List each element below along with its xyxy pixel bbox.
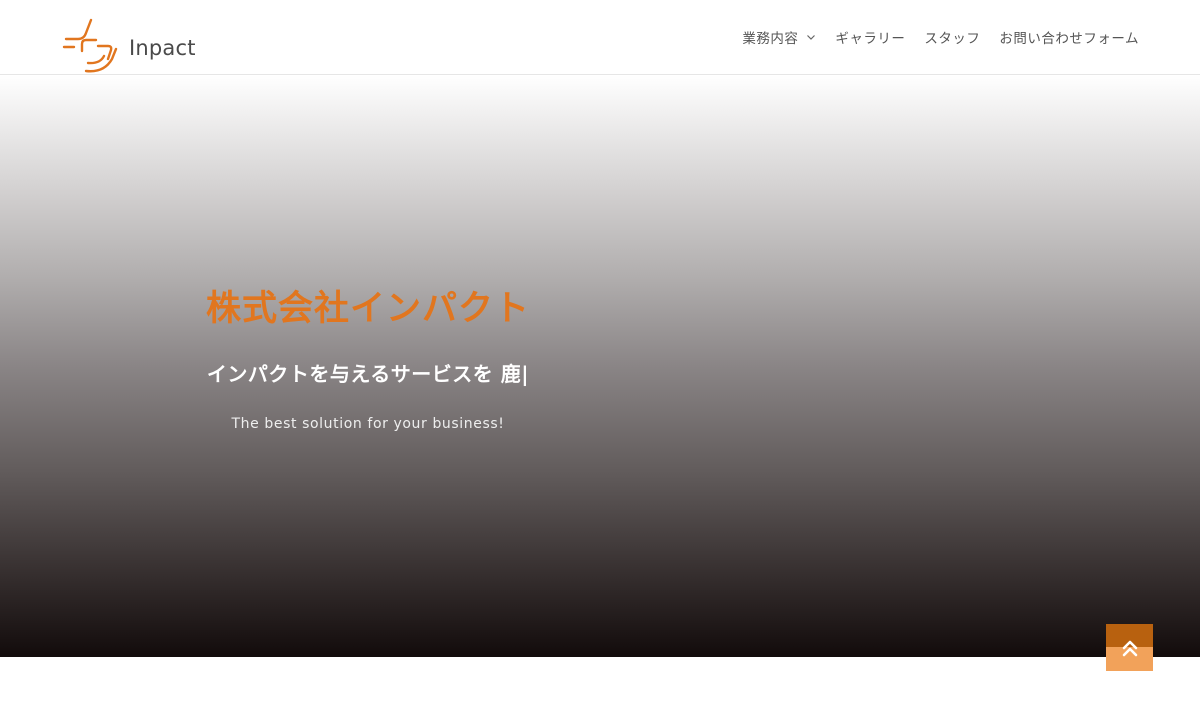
logo-text: Inpact <box>129 36 196 60</box>
hero-subtitle: インパクトを与えるサービスを 鹿| <box>206 362 530 386</box>
nav-item-label: お問い合わせフォーム <box>999 31 1139 47</box>
nav-item-label: スタッフ <box>924 31 981 47</box>
hero-tagline: The best solution for your business! <box>231 416 505 432</box>
main-nav: 業務内容 ギャラリー スタッフ お問い合わせフォーム <box>742 27 1139 47</box>
logo-mark-icon <box>62 18 118 73</box>
hero-title: 株式会社インパクト <box>205 289 530 329</box>
nav-item-gallery[interactable]: ギャラリー <box>835 27 905 47</box>
back-to-top-button[interactable] <box>1106 624 1153 671</box>
nav-item-staff[interactable]: スタッフ <box>924 27 980 47</box>
site-header: Inpact 業務内容 ギャラリー スタッフ お問い合わせフォーム <box>0 0 1200 75</box>
site-logo[interactable]: Inpact <box>62 17 196 75</box>
nav-item-label: 業務内容 <box>742 31 799 47</box>
nav-item-services[interactable]: 業務内容 <box>742 27 816 47</box>
nav-item-label: ギャラリー <box>835 31 906 47</box>
nav-item-contact-form[interactable]: お問い合わせフォーム <box>999 27 1139 47</box>
double-chevron-up-icon <box>1122 640 1137 656</box>
chevron-down-icon <box>807 35 816 40</box>
hero-banner: 株式会社インパクト インパクトを与えるサービスを 鹿| The best sol… <box>0 75 1200 657</box>
